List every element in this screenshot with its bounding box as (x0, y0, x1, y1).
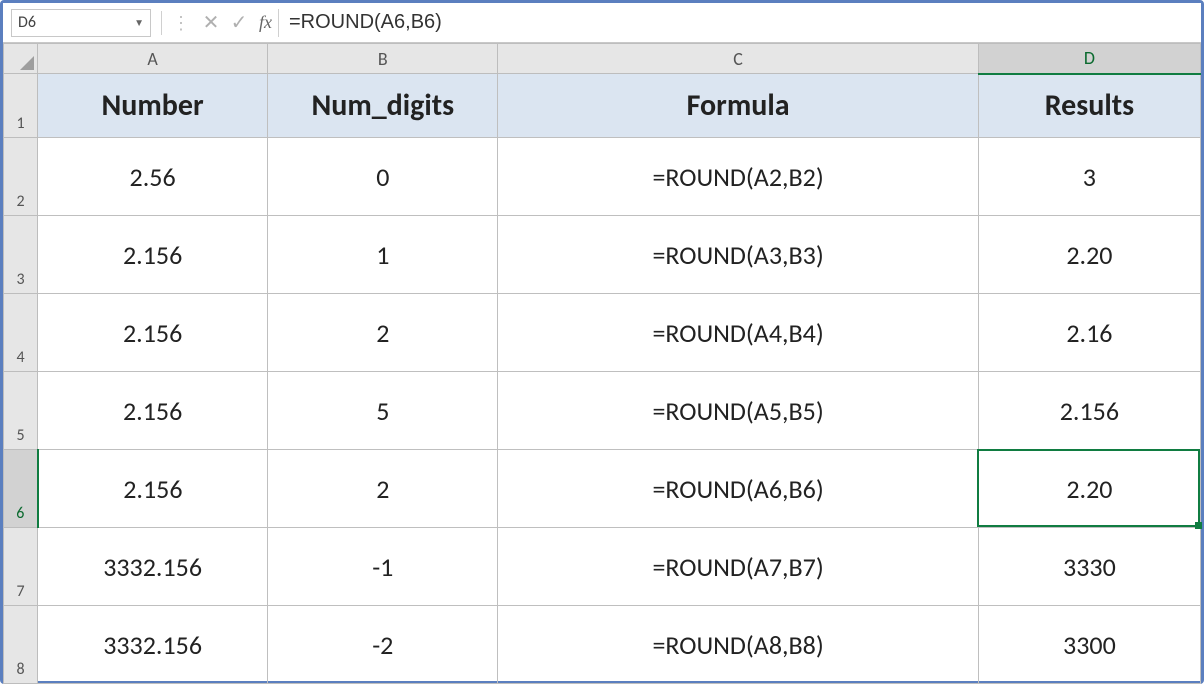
cell-C8[interactable]: =ROUND(A8,B8) (498, 606, 978, 684)
col-header-D[interactable]: D (978, 44, 1200, 74)
cell-D8[interactable]: 3300 (978, 606, 1200, 684)
table-row: 7 3332.156 -1 =ROUND(A7,B7) 3330 (4, 528, 1201, 606)
cell-C1[interactable]: Formula (498, 74, 978, 138)
fx-icon[interactable]: fx (259, 12, 272, 33)
cell-C6[interactable]: =ROUND(A6,B6) (498, 450, 978, 528)
name-box-dropdown-icon[interactable]: ▼ (134, 16, 144, 29)
cell-B3[interactable]: 1 (268, 216, 498, 294)
table-row: 1 Number Num_digits Formula Results (4, 74, 1201, 138)
worksheet-grid[interactable]: A B C D 1 Number Num_digits Formula Resu… (3, 43, 1201, 681)
col-header-A[interactable]: A (38, 44, 268, 74)
window-frame: D6 ▼ ⋮ ✕ ✓ fx A B C D 1 Number (0, 0, 1204, 684)
cell-B1[interactable]: Num_digits (268, 74, 498, 138)
cell-A6[interactable]: 2.156 (38, 450, 268, 528)
formula-input[interactable] (279, 9, 1201, 37)
cell-D1[interactable]: Results (978, 74, 1200, 138)
col-header-B[interactable]: B (268, 44, 498, 74)
cell-A2[interactable]: 2.56 (38, 138, 268, 216)
table-row: 2 2.56 0 =ROUND(A2,B2) 3 (4, 138, 1201, 216)
name-box[interactable]: D6 ▼ (11, 9, 151, 37)
cell-A8[interactable]: 3332.156 (38, 606, 268, 684)
table-row: 6 2.156 2 =ROUND(A6,B6) 2.20 (4, 450, 1201, 528)
cell-A4[interactable]: 2.156 (38, 294, 268, 372)
row-header-6[interactable]: 6 (4, 450, 38, 528)
cell-D5[interactable]: 2.156 (978, 372, 1200, 450)
cell-A7[interactable]: 3332.156 (38, 528, 268, 606)
cell-B2[interactable]: 0 (268, 138, 498, 216)
cell-D4[interactable]: 2.16 (978, 294, 1200, 372)
cell-C2[interactable]: =ROUND(A2,B2) (498, 138, 978, 216)
cell-A3[interactable]: 2.156 (38, 216, 268, 294)
table-row: 5 2.156 5 =ROUND(A5,B5) 2.156 (4, 372, 1201, 450)
cell-C5[interactable]: =ROUND(A5,B5) (498, 372, 978, 450)
table-row: 8 3332.156 -2 =ROUND(A8,B8) 3300 (4, 606, 1201, 684)
cell-D3[interactable]: 2.20 (978, 216, 1200, 294)
select-all-corner[interactable] (4, 44, 38, 74)
cell-A1[interactable]: Number (38, 74, 268, 138)
row-header-1[interactable]: 1 (4, 74, 38, 138)
cell-B8[interactable]: -2 (268, 606, 498, 684)
drag-dots-icon: ⋮ (172, 12, 191, 34)
cell-C7[interactable]: =ROUND(A7,B7) (498, 528, 978, 606)
cancel-formula-icon[interactable]: ✕ (197, 10, 225, 35)
row-header-8[interactable]: 8 (4, 606, 38, 684)
formula-input-wrap (278, 9, 1201, 37)
row-header-5[interactable]: 5 (4, 372, 38, 450)
cell-D2[interactable]: 3 (978, 138, 1200, 216)
cell-B7[interactable]: -1 (268, 528, 498, 606)
name-box-value: D6 (18, 13, 36, 32)
divider (161, 11, 162, 35)
table-row: 3 2.156 1 =ROUND(A3,B3) 2.20 (4, 216, 1201, 294)
row-header-4[interactable]: 4 (4, 294, 38, 372)
cell-B6[interactable]: 2 (268, 450, 498, 528)
cell-C3[interactable]: =ROUND(A3,B3) (498, 216, 978, 294)
row-header-7[interactable]: 7 (4, 528, 38, 606)
grid-table: A B C D 1 Number Num_digits Formula Resu… (3, 43, 1201, 684)
cell-B4[interactable]: 2 (268, 294, 498, 372)
col-header-C[interactable]: C (498, 44, 978, 74)
row-header-2[interactable]: 2 (4, 138, 38, 216)
enter-formula-icon[interactable]: ✓ (225, 10, 253, 35)
column-header-row: A B C D (4, 44, 1201, 74)
cell-C4[interactable]: =ROUND(A4,B4) (498, 294, 978, 372)
cell-A5[interactable]: 2.156 (38, 372, 268, 450)
cell-B5[interactable]: 5 (268, 372, 498, 450)
row-header-3[interactable]: 3 (4, 216, 38, 294)
cell-D7[interactable]: 3330 (978, 528, 1200, 606)
formula-bar-region: D6 ▼ ⋮ ✕ ✓ fx (3, 3, 1201, 43)
table-row: 4 2.156 2 =ROUND(A4,B4) 2.16 (4, 294, 1201, 372)
cell-D6[interactable]: 2.20 (978, 450, 1200, 528)
